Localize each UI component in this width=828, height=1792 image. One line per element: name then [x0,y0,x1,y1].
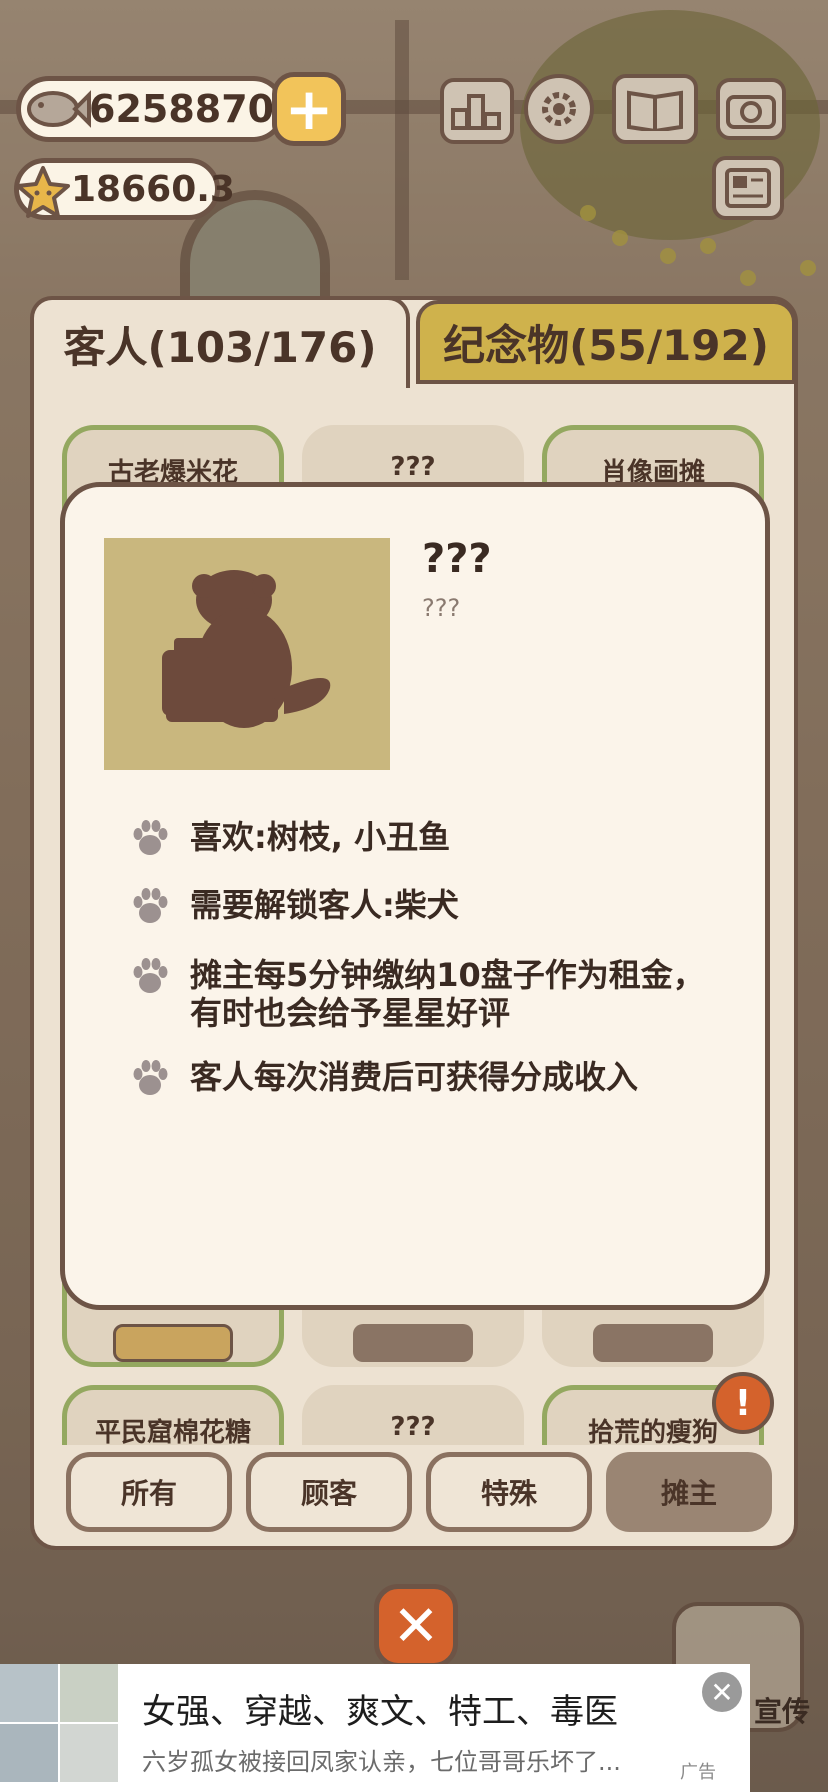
customer-name: ??? [422,536,492,582]
ad-title: 女强、穿越、爽文、特工、毒医 [142,1692,618,1732]
filter-vendor-button[interactable]: 摊主 [606,1452,772,1532]
paw-icon [133,1060,168,1095]
paw-icon [133,888,168,923]
info-text: 需要解锁客人:柴犬 [190,886,459,924]
card-thumbnail [593,1324,713,1362]
info-likes: 喜欢:树枝, 小丑鱼 [130,818,450,858]
info-revenue: 客人每次消费后可获得分成收入 [130,1058,638,1098]
paw-icon [133,820,168,855]
card-thumbnail [353,1324,473,1362]
ad-description: 六岁孤女被接回凤家认亲，七位哥哥乐坏了... [142,1748,621,1776]
card-label: ??? [390,1412,436,1442]
info-text: 摊主每5分钟缴纳10盘子作为租金， 有时也会给予星星好评 [190,956,705,1032]
tab-customers[interactable]: 客人(103/176) [30,296,410,388]
filter-special-button[interactable]: 特殊 [426,1452,592,1532]
filter-bar: 所有 顾客 特殊 摊主 [66,1452,778,1532]
ranking-icon[interactable] [440,78,514,144]
paw-icon [133,958,168,993]
info-text: 喜欢:树枝, 小丑鱼 [190,818,451,856]
card-thumbnail [113,1324,233,1362]
star-count: 18660.3 [71,168,235,210]
book-icon[interactable] [612,74,698,144]
filter-all-button[interactable]: 所有 [66,1452,232,1532]
camera-icon[interactable] [716,78,786,140]
info-text: 客人每次消费后可获得分成收入 [190,1058,639,1096]
fish-icon [27,90,91,128]
customer-card[interactable]: ??? [302,1385,524,1445]
customer-subtitle: ??? [422,594,461,622]
alert-button[interactable]: ! [712,1372,774,1434]
add-currency-button[interactable]: + [272,72,346,146]
customer-portrait [104,538,390,770]
tab-souvenirs[interactable]: 纪念物(55/192) [416,300,796,384]
card-label: 平民窟棉花糖 [94,1418,251,1445]
close-button[interactable]: ✕ [374,1584,458,1668]
ad-banner[interactable]: 女强、穿越、爽文、特工、毒医 六岁孤女被接回凤家认亲，七位哥哥乐坏了... ✕ … [0,1664,750,1792]
ad-tag: 广告 [680,1762,716,1783]
star-icon [16,166,70,218]
info-text-line: 有时也会给予星星好评 [190,994,511,1032]
info-unlock: 需要解锁客人:柴犬 [130,886,459,926]
newspaper-icon[interactable] [712,156,784,220]
fish-count: 6258870 [89,87,275,131]
customer-card[interactable]: 平民窟棉花糖 [62,1385,284,1445]
settings-icon[interactable] [524,74,594,144]
fish-counter: 6258870 [16,76,286,142]
filter-customer-button[interactable]: 顾客 [246,1452,412,1532]
silhouette-icon [162,570,331,728]
ad-thumbnail [0,1664,118,1782]
info-rent: 摊主每5分钟缴纳10盘子作为租金， 有时也会给予星星好评 [130,956,705,1032]
star-counter: 18660.3 [14,158,235,220]
card-label: 拾荒的瘦狗 [587,1418,718,1445]
info-text-line: 摊主每5分钟缴纳10盘子作为租金， [190,956,705,994]
ad-close-button[interactable]: ✕ [702,1672,742,1712]
card-label: ??? [390,452,436,482]
